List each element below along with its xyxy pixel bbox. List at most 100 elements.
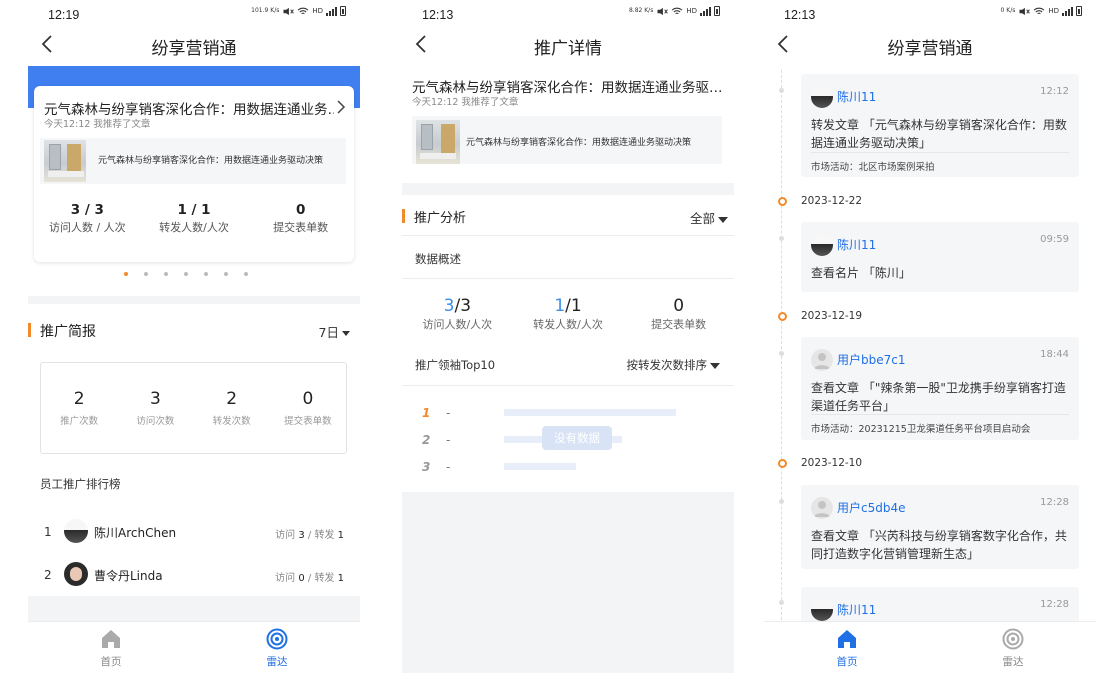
date-marker xyxy=(778,197,787,206)
battery-icon xyxy=(714,6,720,16)
status-time: 12:13 xyxy=(784,8,816,22)
brief-header: 推广简报 7日 xyxy=(28,319,360,343)
stat-value: 1 / 1 xyxy=(177,202,211,218)
status-bar: 12:19 101.9 K/s HD xyxy=(28,0,360,30)
top-rank: 2 xyxy=(422,433,431,447)
tab-home[interactable]: 首页 xyxy=(28,622,194,673)
event-user[interactable]: 陈川11 xyxy=(837,236,876,253)
divider xyxy=(402,385,734,386)
avatar xyxy=(811,234,833,256)
avatar xyxy=(64,562,88,586)
event-description: 查看文章 「"辣条第一股"卫龙携手纷享销客打造渠道任务平台」 xyxy=(811,381,1066,413)
top-value: - xyxy=(446,460,451,474)
avatar xyxy=(811,497,833,519)
article-stats: 3 / 3 访问人数 / 人次 1 / 1 转发人数/人次 0 提交表单数 xyxy=(34,202,354,235)
visit-value: 3 xyxy=(298,530,305,541)
filter-value: 全部 xyxy=(689,211,715,226)
tab-label: 首页 xyxy=(836,656,858,668)
event-description: 查看名片 「陈川」 xyxy=(811,266,911,280)
stat-rest: /1 xyxy=(565,296,582,316)
home-icon xyxy=(838,630,856,648)
sort-select[interactable]: 按转发次数排序 xyxy=(626,357,720,373)
empty-state-badge: 没有数据 xyxy=(542,426,612,450)
stat-visits: 3/3 访问人数/人次 xyxy=(402,296,513,332)
signal-icon xyxy=(700,6,711,16)
rank-index: 1 xyxy=(44,525,52,539)
article-title: 元气森林与纷享销客深化合作：用数据连通业务… xyxy=(44,102,334,118)
event-user[interactable]: 用户bbe7c1 xyxy=(837,351,906,368)
date-marker xyxy=(778,459,787,468)
carousel-dot[interactable] xyxy=(184,272,188,276)
ranking-row[interactable]: 1 陈川ArchChen 访问 3 / 转发 1 xyxy=(28,517,360,547)
analysis-stats: 3/3 访问人数/人次 1/1 转发人数/人次 0 提交表单数 xyxy=(402,296,734,332)
tab-radar[interactable]: 雷达 xyxy=(194,622,360,673)
status-icons: 101.9 K/s HD xyxy=(251,6,346,16)
event-user[interactable]: 用户c5db4e xyxy=(837,499,906,516)
stat-value: 0 xyxy=(295,202,306,218)
tab-radar[interactable]: 雷达 xyxy=(930,622,1096,673)
section-divider xyxy=(28,296,360,304)
article-subtitle: 今天12:12 我推荐了文章 xyxy=(412,97,519,108)
status-bar: 12:13 8.82 K/s HD xyxy=(402,0,734,30)
sort-value: 按转发次数排序 xyxy=(626,358,708,372)
top10-title: 推广领袖Top10 xyxy=(415,358,496,372)
carousel-dot[interactable] xyxy=(164,272,168,276)
stat-forms: 0 提交表单数 xyxy=(247,202,354,235)
placeholder-bar xyxy=(504,463,576,470)
article-preview-title: 元气森林与纷享销客深化合作：用数据连通业务驱动决策 xyxy=(466,138,692,148)
hd-icon: HD xyxy=(312,7,323,15)
ranking-row[interactable]: 2 曹令丹Linda 访问 0 / 转发 1 xyxy=(28,560,360,590)
tab-home[interactable]: 首页 xyxy=(764,622,930,673)
event-user[interactable]: 陈川11 xyxy=(837,601,876,618)
range-select[interactable]: 7日 xyxy=(319,322,350,341)
filter-select[interactable]: 全部 xyxy=(690,208,728,227)
carousel-dot[interactable] xyxy=(224,272,228,276)
hd-icon: HD xyxy=(686,7,697,15)
stat-highlight: 3 xyxy=(443,296,455,316)
article-preview[interactable]: 元气森林与纷享销客深化合作：用数据连通业务驱动决策 xyxy=(412,116,722,164)
event-time: 09:59 xyxy=(1040,234,1069,245)
page-title: 纷享营销通 xyxy=(887,39,973,59)
stat-forwards: 1 / 1 转发人数/人次 xyxy=(141,202,248,235)
timeline-event[interactable]: 用户c5db4e 12:28 查看文章 「兴芮科技与纷享销客数字化合作，共同打造… xyxy=(801,485,1079,569)
article-card[interactable]: 元气森林与纷享销客深化合作：用数据连通业务… 今天12:12 我推荐了文章 元气… xyxy=(34,86,354,262)
page-title: 纷享营销通 xyxy=(151,39,237,59)
brief-item: 2 转发次数 xyxy=(194,389,270,427)
timeline-event[interactable]: 陈川11 09:59 查看名片 「陈川」 xyxy=(801,222,1079,292)
timeline-event[interactable]: 用户bbe7c1 18:44 查看文章 「"辣条第一股"卫龙携手纷享销客打造渠道… xyxy=(801,337,1079,440)
phone-screen-3: 12:13 0 K/s HD 纷享营销通 陈川11 12:12 转发文章 「元气… xyxy=(764,0,1096,673)
section-marker xyxy=(402,209,405,223)
date-label: 2023-12-10 xyxy=(801,457,863,469)
brief-item: 3 访问次数 xyxy=(117,389,193,427)
article-title: 元气森林与纷享销客深化合作：用数据连通业务驱… xyxy=(412,80,723,96)
event-time: 18:44 xyxy=(1040,349,1069,360)
tab-label: 首页 xyxy=(100,656,122,668)
stat-highlight: 1 xyxy=(554,296,566,316)
carousel-dots[interactable] xyxy=(124,272,248,276)
user-placeholder-icon xyxy=(814,501,830,517)
hd-icon: HD xyxy=(1048,7,1059,15)
placeholder-bar xyxy=(504,409,676,416)
brief-title: 推广简报 xyxy=(40,324,96,340)
carousel-dot[interactable] xyxy=(204,272,208,276)
top-value: - xyxy=(446,433,451,447)
wifi-icon xyxy=(298,7,309,14)
caret-down-icon xyxy=(710,362,720,369)
chevron-right-icon[interactable] xyxy=(336,100,346,114)
carousel-dot[interactable] xyxy=(244,272,248,276)
carousel-dot[interactable] xyxy=(124,272,128,276)
status-bar: 12:13 0 K/s HD xyxy=(764,0,1096,30)
top-rank: 3 xyxy=(422,460,431,474)
carousel-dot[interactable] xyxy=(144,272,148,276)
avatar xyxy=(811,349,833,371)
stat-value: 0 xyxy=(623,296,734,316)
timeline-event[interactable]: 陈川11 12:12 转发文章 「元气森林与纷享销客深化合作：用数据连通业务驱动… xyxy=(801,74,1079,177)
article-preview[interactable]: 元气森林与纷享销客深化合作：用数据连通业务驱动决策 xyxy=(40,138,346,184)
date-marker xyxy=(778,312,787,321)
tab-bar: 首页 雷达 xyxy=(28,621,360,673)
wifi-icon xyxy=(672,7,683,14)
timeline-dot xyxy=(779,236,784,241)
article-subtitle: 今天12:12 我推荐了文章 xyxy=(44,119,151,130)
event-user[interactable]: 陈川11 xyxy=(837,88,876,105)
brief-item: 2 推广次数 xyxy=(41,389,117,427)
